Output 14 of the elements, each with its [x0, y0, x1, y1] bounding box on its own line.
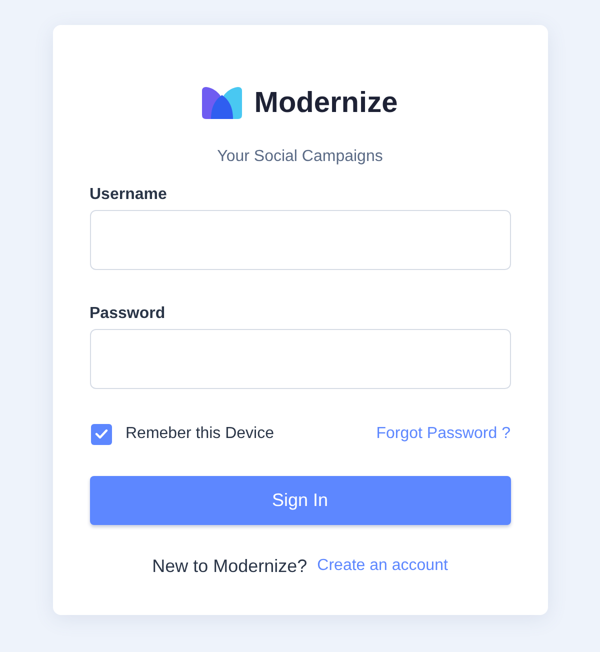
logo-icon	[202, 87, 242, 119]
create-account-link[interactable]: Create an account	[317, 554, 448, 578]
field-label: Password	[90, 304, 166, 324]
tagline: Your Social Campaigns	[216, 147, 384, 167]
brand-name: Modernize	[254, 87, 398, 119]
field-label: Username	[90, 185, 168, 205]
checkbox-label: Remeber this Device	[126, 424, 274, 444]
input-field[interactable]	[90, 210, 510, 270]
sign-in-button[interactable]: Sign In	[90, 476, 510, 525]
forgot-password-link[interactable]: Forgot Password ?	[376, 422, 510, 446]
input-field[interactable]	[90, 329, 510, 389]
checkbox[interactable]	[90, 424, 112, 444]
check-icon	[94, 429, 108, 439]
footer-text: New to Modernize?	[152, 555, 308, 578]
